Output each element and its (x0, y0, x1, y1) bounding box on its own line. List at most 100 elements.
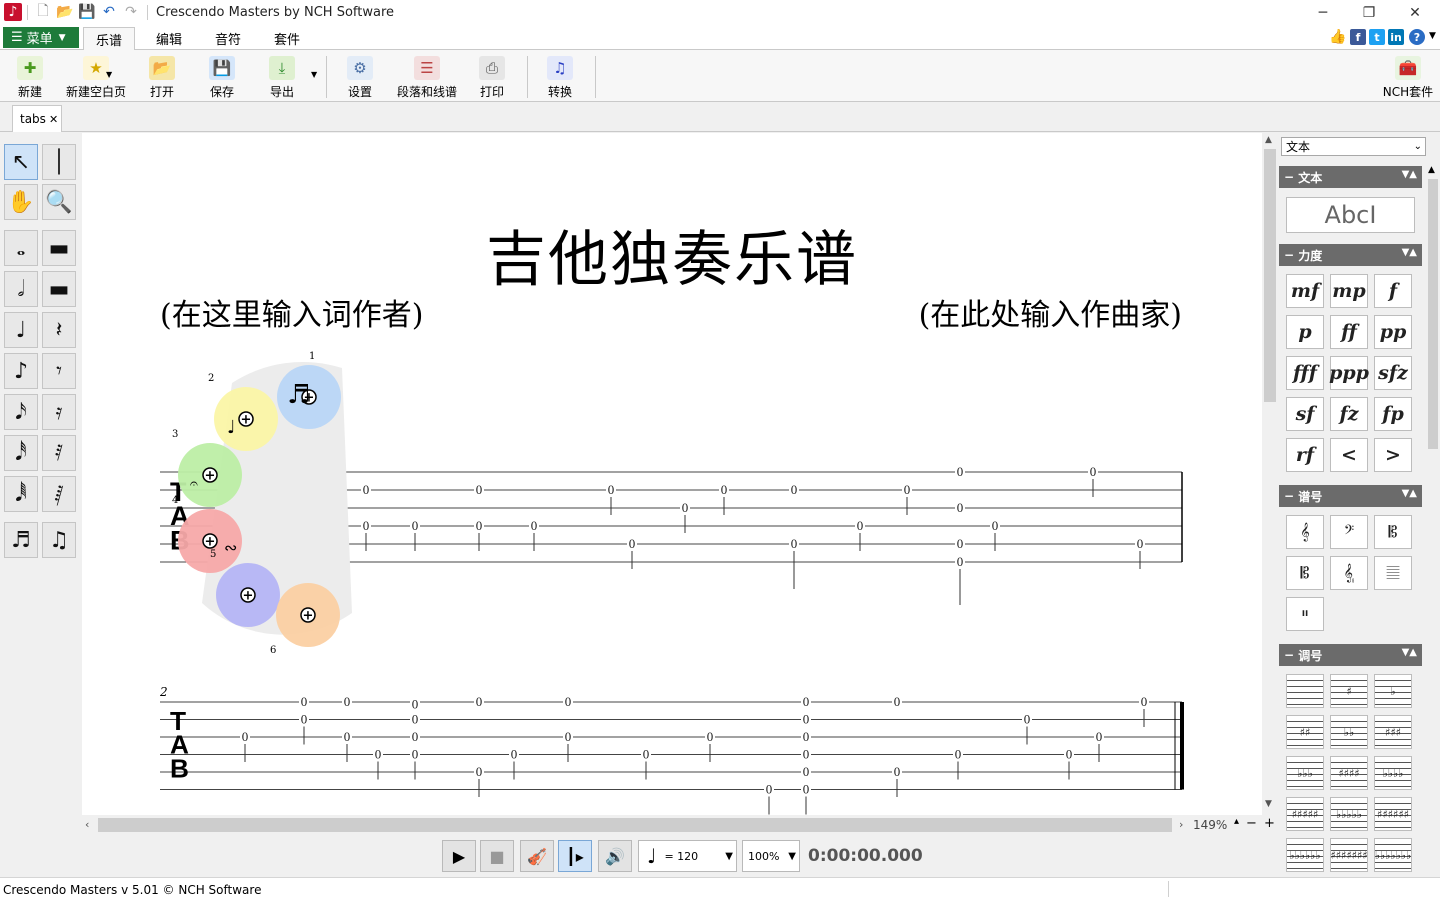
keysig-button-4[interactable]: ♭♭ (1330, 715, 1368, 749)
sixteenth-note-tool[interactable]: 𝅘𝅥𝅯 (4, 394, 38, 430)
play-button[interactable]: ▶ (442, 840, 476, 872)
palette-category-select[interactable]: 文本 ⌄ (1281, 137, 1426, 156)
keysig-button-1[interactable]: ♯ (1330, 674, 1368, 708)
staves-button[interactable]: ☰ 段落和线谱 (392, 52, 462, 100)
clefs-section-header[interactable]: − 谱号 ▼▲ (1279, 485, 1422, 507)
tab-staff-drawing[interactable]: TAB000000000000000000000000 TAB200000000… (82, 133, 1262, 815)
open-button[interactable]: 📂 打开 (142, 52, 182, 100)
keysig-button-0[interactable] (1286, 674, 1324, 708)
clef-button-2[interactable]: 𝄡 (1374, 515, 1412, 549)
tempo-select[interactable]: ♩ = 120 ▼ (638, 840, 737, 872)
keysig-button-13[interactable]: ♯♯♯♯♯♯♯ (1330, 838, 1368, 872)
facebook-icon[interactable]: f (1350, 29, 1366, 45)
convert-button[interactable]: ♫ 转换 (540, 52, 580, 100)
tab-notes[interactable]: 音符 (203, 27, 253, 50)
tab-suite[interactable]: 套件 (262, 27, 312, 50)
new-button[interactable]: ✚ 新建 (10, 52, 50, 100)
help-icon[interactable]: ? (1409, 29, 1425, 45)
tab-score[interactable]: 乐谱 (83, 27, 136, 50)
keysig-button-10[interactable]: ♭♭♭♭♭ (1330, 797, 1368, 831)
dynamic-button-12[interactable]: rf (1286, 438, 1324, 472)
scroll-down-icon[interactable]: ▼ (1265, 799, 1272, 809)
section-arrows-icon[interactable]: ▼▲ (1402, 647, 1417, 658)
vertical-scroll-thumb[interactable] (1264, 149, 1276, 402)
sixty-fourth-rest-tool[interactable]: 𝅁 (42, 476, 76, 512)
section-arrows-icon[interactable]: ▼▲ (1402, 169, 1417, 180)
clef-button-4[interactable]: 𝄠 (1330, 556, 1368, 590)
new-blank-button[interactable]: ★ 新建空白页 (62, 52, 130, 100)
print-button[interactable]: ⎙ 打印 (472, 52, 512, 100)
zoom-out-icon[interactable]: − (1246, 816, 1257, 831)
redo-icon[interactable]: ↷ (122, 3, 140, 21)
quarter-rest-tool[interactable]: 𝄽 (42, 312, 76, 348)
zoom-stepper-icon[interactable]: ▴ (1234, 816, 1239, 827)
scroll-up-icon[interactable]: ▲ (1265, 135, 1272, 145)
zoom-in-icon[interactable]: + (1264, 816, 1275, 831)
keysig-section-header[interactable]: − 调号 ▼▲ (1279, 644, 1422, 666)
close-tab-icon[interactable]: ✕ (49, 113, 58, 126)
thirty-second-note-tool[interactable]: 𝅘𝅥𝅰 (4, 435, 38, 471)
metronome-button[interactable]: 🔊 (598, 840, 632, 872)
half-rest-tool[interactable]: ▬ (42, 271, 76, 307)
keysig-button-7[interactable]: ♯♯♯♯ (1330, 756, 1368, 790)
sixty-fourth-note-tool[interactable]: 𝅘𝅥𝅱 (4, 476, 38, 512)
save-button[interactable]: 💾 保存 (202, 52, 242, 100)
clef-button-6[interactable]: 𝄥 (1286, 597, 1324, 631)
quick-open-icon[interactable]: 📂 (56, 3, 74, 21)
instrument-button[interactable]: 🎻 (520, 840, 554, 872)
tab-edit[interactable]: 编辑 (144, 27, 194, 50)
select-pointer-tool[interactable]: ↖ (4, 144, 38, 180)
whole-rest-tool[interactable]: ▬ (42, 230, 76, 266)
sixteenth-rest-tool[interactable]: 𝄿 (42, 394, 76, 430)
score-canvas[interactable]: 吉他独奏乐谱 (在这里输入词作者) (在此处输入作曲家) TAB00000000… (82, 133, 1262, 815)
playback-zoom-select[interactable]: 100% ▼ (742, 840, 800, 872)
thirty-second-rest-tool[interactable]: 𝅀 (42, 435, 76, 471)
keysig-button-12[interactable]: ♭♭♭♭♭♭ (1286, 838, 1324, 872)
playback-cursor-button[interactable]: ┃▸ (558, 840, 592, 872)
beam-tool[interactable]: ♬ (4, 522, 38, 558)
vertical-scrollbar[interactable]: ▲ ▼ (1262, 133, 1278, 815)
linkedin-icon[interactable]: in (1388, 29, 1404, 45)
close-button[interactable]: ✕ (1392, 0, 1438, 25)
keysig-button-8[interactable]: ♭♭♭♭ (1374, 756, 1412, 790)
dynamics-section-header[interactable]: − 力度 ▼▲ (1279, 244, 1422, 266)
eighth-rest-tool[interactable]: 𝄾 (42, 353, 76, 389)
minimize-button[interactable]: ─ (1300, 0, 1346, 25)
dynamic-button-14[interactable]: > (1374, 438, 1412, 472)
scroll-right-icon[interactable]: › (1179, 818, 1183, 831)
clef-button-3[interactable]: 𝄡 (1286, 556, 1324, 590)
dynamic-button-1[interactable]: mp (1330, 274, 1368, 308)
keysig-button-5[interactable]: ♯♯♯ (1374, 715, 1412, 749)
palette-scroll-thumb[interactable] (1428, 179, 1438, 449)
dynamic-button-0[interactable]: mf (1286, 274, 1324, 308)
keysig-button-6[interactable]: ♭♭♭ (1286, 756, 1324, 790)
half-note-tool[interactable]: 𝅗𝅥 (4, 271, 38, 307)
dynamic-button-10[interactable]: fz (1330, 397, 1368, 431)
scroll-left-icon[interactable]: ‹ (85, 818, 89, 831)
clef-button-5[interactable]: 𝄚 (1374, 556, 1412, 590)
help-chevron-icon[interactable]: ▼ (1429, 31, 1436, 41)
stop-button[interactable]: ■ (480, 840, 514, 872)
dynamic-button-3[interactable]: p (1286, 315, 1324, 349)
dynamic-button-13[interactable]: < (1330, 438, 1368, 472)
keysig-button-9[interactable]: ♯♯♯♯♯ (1286, 797, 1324, 831)
horizontal-scroll-thumb[interactable] (98, 818, 1172, 832)
clef-button-0[interactable]: 𝄞 (1286, 515, 1324, 549)
clef-button-1[interactable]: 𝄢 (1330, 515, 1368, 549)
text-section-header[interactable]: − 文本 ▼▲ (1279, 166, 1422, 188)
section-arrows-icon[interactable]: ▼▲ (1402, 247, 1417, 258)
keysig-button-11[interactable]: ♯♯♯♯♯♯ (1374, 797, 1412, 831)
dynamic-button-8[interactable]: sfz (1374, 356, 1412, 390)
like-icon[interactable]: 👍 (1329, 29, 1347, 45)
dynamic-button-4[interactable]: ff (1330, 315, 1368, 349)
restore-button[interactable]: ❐ (1346, 0, 1392, 25)
keysig-button-3[interactable]: ♯♯ (1286, 715, 1324, 749)
keysig-button-14[interactable]: ♭♭♭♭♭♭♭ (1374, 838, 1412, 872)
keysig-button-2[interactable]: ♭ (1374, 674, 1412, 708)
hand-pan-tool[interactable]: ✋ (4, 184, 38, 220)
section-arrows-icon[interactable]: ▼▲ (1402, 488, 1417, 499)
document-tab[interactable]: tabs ✕ (12, 105, 62, 132)
barline-tool[interactable]: │ (42, 144, 76, 180)
dynamic-button-11[interactable]: fp (1374, 397, 1412, 431)
whole-note-tool[interactable]: 𝅝 (4, 230, 38, 266)
